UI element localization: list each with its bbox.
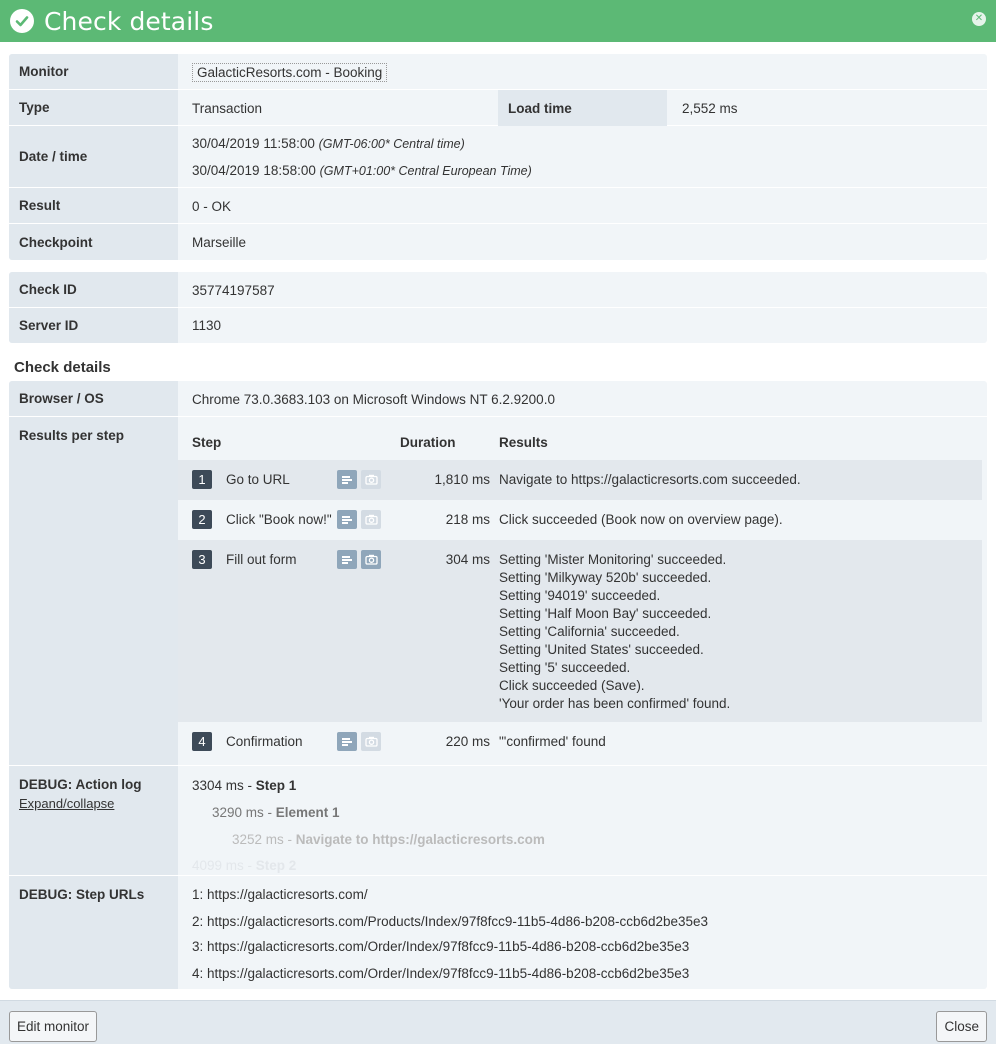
check-circle-icon [10, 9, 34, 33]
step-duration: 1,810 ms [434, 472, 490, 487]
monitor-label: Monitor [9, 54, 178, 89]
step-number: 2 [192, 510, 212, 529]
monitor-name[interactable]: GalacticResorts.com - Booking [192, 62, 388, 82]
result-line: Setting '5' succeeded. [499, 660, 631, 675]
dialog-header: Check details ✕ [0, 0, 996, 42]
monitor-info-panel: Monitor GalacticResorts.com - Booking Ty… [9, 54, 987, 260]
log-icon[interactable] [337, 510, 357, 529]
result-line: Click succeeded (Save). [499, 678, 645, 693]
close-icon[interactable]: ✕ [972, 12, 986, 26]
step-url: 4: https://galacticresorts.com/Order/Ind… [192, 966, 690, 981]
log-entry: 3304 ms - Step 1 [192, 778, 297, 793]
step-urls-row: DEBUG: Step URLs 1: https://galacticreso… [9, 876, 987, 989]
browser-value: Chrome 73.0.3683.103 on Microsoft Window… [192, 391, 555, 407]
server-id-label: Server ID [9, 308, 178, 343]
dialog-body: Monitor GalacticResorts.com - Booking Ty… [0, 42, 996, 1000]
step-number: 3 [192, 550, 212, 569]
result-row: Result 0 - OK [9, 188, 987, 224]
server-id-value: 1130 [192, 318, 222, 333]
check-id-label: Check ID [9, 272, 178, 307]
dialog-title: Check details [44, 6, 214, 36]
type-label: Type [9, 90, 178, 125]
step-number: 1 [192, 470, 212, 489]
result-value: 0 - OK [192, 198, 232, 214]
result-label: Result [9, 188, 178, 223]
step-name: Go to URL [226, 472, 290, 487]
log-entry: 3290 ms - Element 1 [212, 805, 340, 820]
action-log-row: DEBUG: Action log Expand/collapse 3304 m… [9, 766, 987, 876]
step-row: 1 Go to URL 1,810 ms Navigate to https:/… [178, 460, 982, 500]
date-row: Date / time 30/04/2019 11:58:00 (GMT-06:… [9, 126, 987, 188]
step-duration: 220 ms [445, 734, 490, 749]
step-row: 2 Click "Book now!" 218 ms Click succeed… [178, 500, 982, 540]
checkpoint-label: Checkpoint [9, 224, 178, 260]
result-line: Setting '94019' succeeded. [499, 588, 661, 603]
checkpoint-row: Checkpoint Marseille [9, 224, 987, 260]
browser-row: Browser / OS Chrome 73.0.3683.103 on Mic… [9, 381, 987, 417]
log-icon[interactable] [337, 550, 357, 569]
step-name: Fill out form [226, 552, 297, 567]
check-details-heading: Check details [14, 359, 111, 376]
results-per-step-label: Results per step [9, 417, 178, 765]
type-value: Transaction [192, 100, 263, 116]
type-row: Type Transaction Load time 2,552 ms [9, 90, 987, 126]
step-name: Confirmation [226, 734, 303, 749]
close-button[interactable]: Close [936, 1011, 987, 1042]
ids-panel: Check ID 35774197587 Server ID 1130 [9, 272, 987, 343]
step-row: 3 Fill out form 304 ms Setting 'Mister M… [178, 540, 982, 722]
step-result: Click succeeded (Book now on overview pa… [499, 512, 783, 527]
step-number: 4 [192, 732, 212, 751]
browser-label: Browser / OS [9, 381, 178, 416]
results-per-step-row: Results per step Step Duration Results 1… [9, 417, 987, 766]
camera-icon[interactable] [361, 732, 381, 751]
log-entry: 3252 ms - Navigate to https://galacticre… [232, 832, 545, 847]
action-log-label-cell: DEBUG: Action log Expand/collapse [9, 766, 178, 875]
step-url: 1: https://galacticresorts.com/ [192, 887, 368, 902]
step-url: 3: https://galacticresorts.com/Order/Ind… [192, 939, 690, 954]
result-line: 'Your order has been confirmed' found. [499, 696, 731, 711]
expand-collapse-link[interactable]: Expand/collapse [19, 796, 168, 811]
result-line: Setting 'California' succeeded. [499, 624, 680, 639]
load-time-value: 2,552 ms [682, 100, 738, 116]
result-line: Setting 'Half Moon Bay' succeeded. [499, 606, 712, 621]
date-cet: 30/04/2019 18:58:00 (GMT+01:00* Central … [192, 163, 532, 178]
check-id-row: Check ID 35774197587 [9, 272, 987, 308]
edit-monitor-button[interactable]: Edit monitor [9, 1011, 98, 1042]
step-url: 2: https://galacticresorts.com/Products/… [192, 914, 709, 929]
col-duration-header: Duration [400, 435, 456, 450]
date-central: 30/04/2019 11:58:00 (GMT-06:00* Central … [192, 136, 465, 151]
camera-icon[interactable] [361, 510, 381, 529]
log-entry: 4099 ms - Step 2 [192, 858, 297, 873]
checkpoint-value: Marseille [192, 234, 247, 250]
server-id-row: Server ID 1130 [9, 308, 987, 343]
col-results-header: Results [499, 435, 548, 450]
log-icon[interactable] [337, 470, 357, 489]
step-result-list: Setting 'Mister Monitoring' succeeded. S… [499, 551, 730, 713]
check-id-value: 35774197587 [192, 282, 275, 298]
camera-icon[interactable] [361, 550, 381, 569]
date-label: Date / time [9, 126, 178, 187]
load-time-label: Load time [498, 90, 667, 126]
col-step-header: Step [192, 435, 222, 450]
action-log-label: DEBUG: Action log [19, 777, 142, 792]
step-name: Click "Book now!" [226, 512, 332, 527]
step-duration: 304 ms [445, 552, 490, 567]
step-urls-label: DEBUG: Step URLs [9, 876, 178, 989]
step-result: "'confirmed' found [499, 734, 606, 749]
step-duration: 218 ms [445, 512, 490, 527]
result-line: Setting 'United States' succeeded. [499, 642, 704, 657]
log-icon[interactable] [337, 732, 357, 751]
monitor-row: Monitor GalacticResorts.com - Booking [9, 54, 987, 90]
dialog-footer: Edit monitor Close [0, 1000, 996, 1044]
details-panel: Browser / OS Chrome 73.0.3683.103 on Mic… [9, 381, 987, 989]
step-row: 4 Confirmation 220 ms "'confirmed' found [178, 722, 982, 762]
result-line: Setting 'Milkyway 520b' succeeded. [499, 570, 712, 585]
result-line: Setting 'Mister Monitoring' succeeded. [499, 552, 727, 567]
camera-icon[interactable] [361, 470, 381, 489]
step-result: Navigate to https://galacticresorts.com … [499, 472, 801, 487]
